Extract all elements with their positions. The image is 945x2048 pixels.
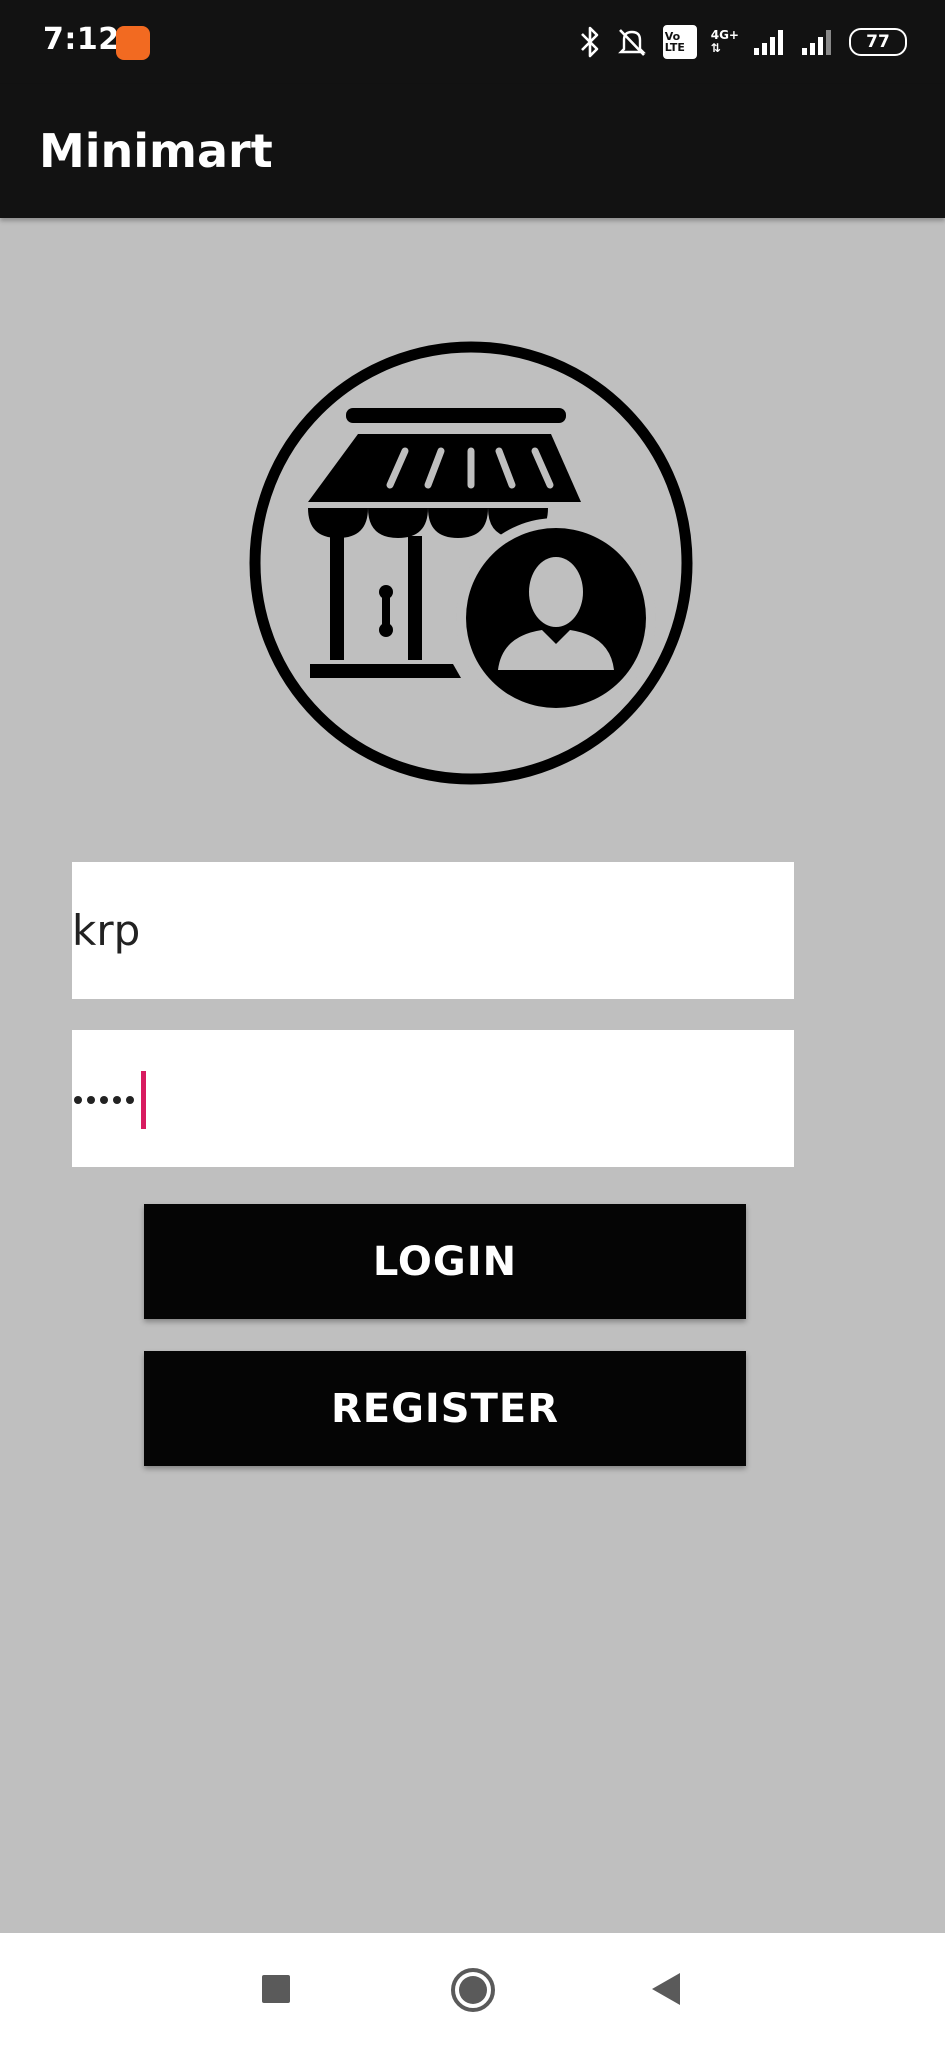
status-time: 7:12: [43, 22, 120, 57]
password-dot: [74, 1096, 82, 1104]
username-value: krp: [72, 906, 141, 955]
mi-notification-icon: [116, 26, 150, 60]
recents-square-icon[interactable]: [262, 1975, 290, 2003]
bell-off-icon: [617, 29, 646, 56]
navigation-bar: [0, 1933, 945, 2048]
password-dot: [87, 1096, 95, 1104]
store-user-icon: [249, 341, 693, 785]
login-button[interactable]: LOGIN: [144, 1204, 746, 1319]
password-dot: [126, 1096, 134, 1104]
app-bar: Minimart: [0, 84, 945, 218]
home-circle-icon[interactable]: [450, 1967, 496, 2013]
password-dot: [113, 1096, 121, 1104]
password-dot: [100, 1096, 108, 1104]
bluetooth-icon: [580, 26, 599, 58]
battery-level: 77: [866, 32, 890, 52]
text-caret: [141, 1071, 146, 1129]
register-button[interactable]: REGISTER: [144, 1351, 746, 1466]
signal-icon: [802, 30, 831, 55]
app-title: Minimart: [39, 124, 273, 178]
password-input[interactable]: [72, 1030, 794, 1167]
status-bar: 7:12 Vo LTE 4G+ ⇅ 77: [0, 0, 945, 84]
volte-label: Vo LTE: [664, 30, 685, 54]
status-icons: Vo LTE 4G+ ⇅ 77: [579, 22, 907, 62]
password-value: [74, 1071, 146, 1129]
signal-icon: [754, 30, 783, 55]
username-input[interactable]: krp: [72, 862, 794, 999]
back-triangle-icon[interactable]: [650, 1971, 682, 2007]
network-type-label: 4G+ ⇅: [710, 28, 739, 55]
battery-icon: 77: [849, 28, 907, 56]
volte-icon: Vo LTE: [662, 25, 697, 59]
